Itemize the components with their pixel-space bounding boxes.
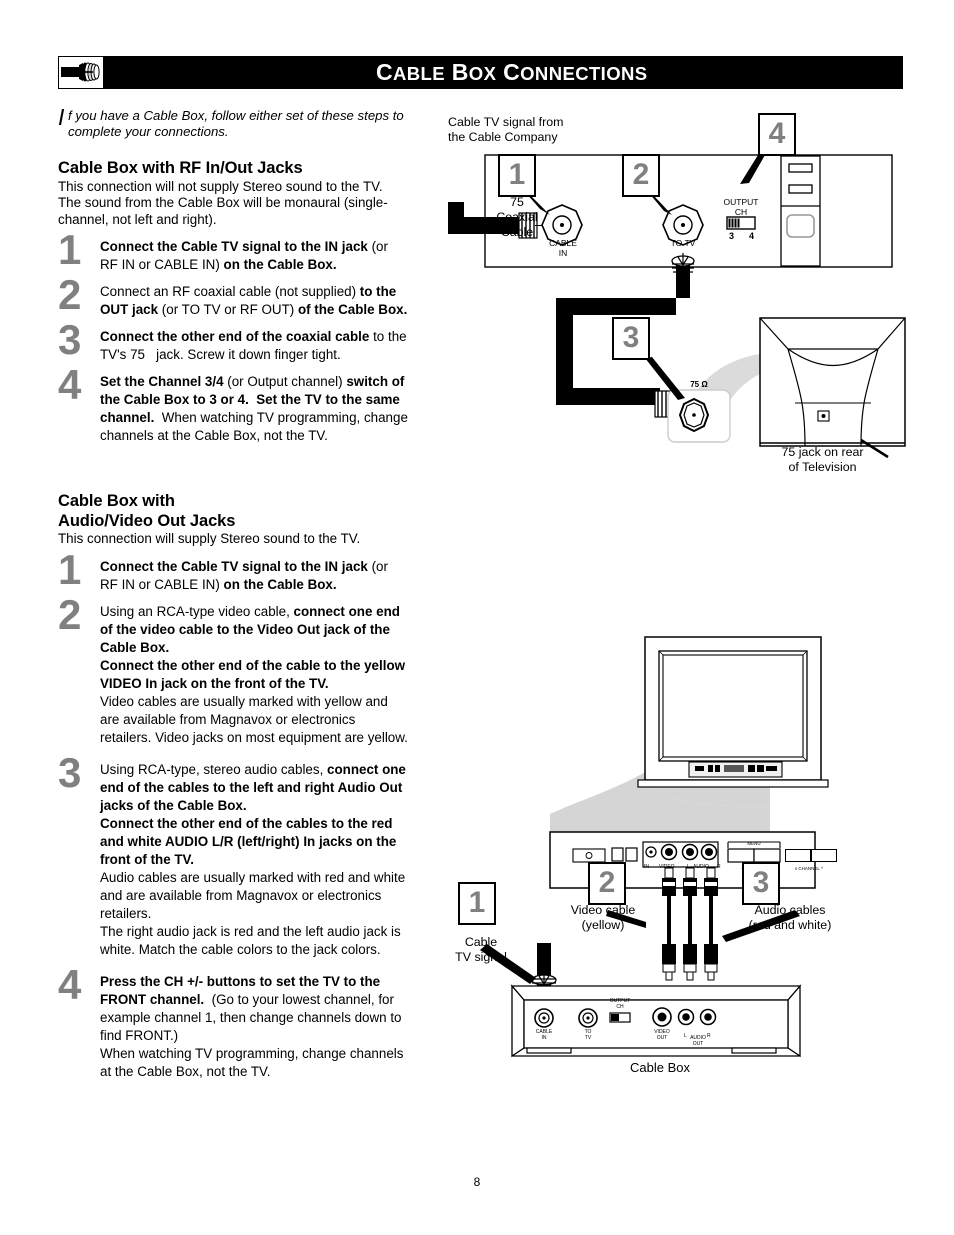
label-cable-tv-signal: Cable TV signal [455, 935, 507, 964]
section1-subtext: This connection will not supply Stereo s… [58, 179, 388, 227]
step-item: 4 Set the Channel 3/4 (or Output channel… [58, 364, 408, 445]
page-number: 8 [473, 1175, 481, 1189]
step-item: 3 Connect the other end of the coaxial c… [58, 319, 408, 364]
jack-label-to-tv: TO TV [670, 238, 696, 248]
section2-steps: 1 Connect the Cable TV signal to the IN … [58, 548, 408, 1081]
cablebox-label-video-out: VIDEO OUT [654, 1029, 670, 1041]
cablebox-label-audio-r: R [707, 1033, 711, 1039]
step-number: 1 [58, 545, 82, 593]
step-number: 3 [58, 316, 82, 364]
jack-label-output-ch: OUTPUT CH [723, 197, 759, 217]
callout-1: 1 [498, 154, 536, 197]
step-text: Press the CH +/- buttons to set the TV t… [100, 973, 404, 1079]
callout-1-bottom: 1 [458, 882, 496, 925]
tv-jack-label-audio-r: R [717, 864, 721, 870]
step-text: Connect the Cable TV signal to the IN ja… [100, 558, 388, 592]
diagram-av-svg [480, 636, 829, 1058]
tv-jack-label-in: IN [644, 864, 649, 870]
step-item: 1 Connect the Cable TV signal to the IN … [58, 229, 408, 274]
cablebox-label-output-ch: OUTPUT CH [609, 998, 631, 1010]
step-text: Using an RCA-type video cable, connect o… [100, 603, 408, 745]
page-header: CABLE BOX CONNECTIONS [58, 56, 903, 89]
step-text: Set the Channel 3/4 (or Output channel) … [100, 374, 408, 444]
tv-button-label-channel: v CHANNEL ^ [794, 866, 824, 871]
tv-button-channel-up[interactable] [811, 849, 837, 862]
callout-4: 4 [758, 113, 796, 156]
step-text: Connect the Cable TV signal to the IN ja… [100, 239, 388, 273]
section2-heading-line2: Audio/Video Out Jacks [58, 512, 236, 531]
step-number: 4 [58, 361, 82, 409]
step-item: 1 Connect the Cable TV signal to the IN … [58, 548, 408, 594]
step-text: Using RCA-type, stereo audio cables, con… [100, 761, 406, 957]
callout-3-bottom: 3 [742, 862, 780, 905]
section2-heading: Cable Box with Audio/Video Out Jacks [58, 491, 408, 531]
switch-position-4: 4 [749, 231, 755, 241]
switch-position-3: 3 [729, 231, 735, 241]
diagram-rf-connection: Cable TV signal from the Cable Company 1… [440, 105, 910, 480]
section1-heading: Cable Box with RF In/Out Jacks [58, 159, 303, 177]
tv-jack-label-audio-l: L [687, 864, 690, 870]
coaxial-connector-icon [58, 56, 104, 89]
step-text: Connect the other end of the coaxial cab… [100, 329, 407, 363]
cablebox-label-to-tv: TO TV [584, 1029, 592, 1041]
step-item: 2 Using an RCA-type video cable, connect… [58, 593, 408, 747]
step-number: 1 [58, 226, 82, 274]
label-coaxial-cable: 75 Coaxial Cable [496, 195, 538, 239]
label-cable-box: Cable Box [630, 1060, 690, 1075]
callout-3: 3 [612, 317, 650, 360]
callout-2: 2 [622, 154, 660, 197]
step-item: 4 Press the CH +/- buttons to set the TV… [58, 963, 408, 1081]
intro-paragraph: I f you have a Cable Box, follow either … [58, 104, 408, 140]
tv-jack-label-audio: AUDIO [693, 864, 709, 870]
section2-heading-line1: Cable Box with [58, 492, 175, 511]
step-item: 2 Connect an RF coaxial cable (not suppl… [58, 274, 408, 319]
step-number: 4 [58, 960, 82, 1008]
section1-steps: 1 Connect the Cable TV signal to the IN … [58, 229, 408, 445]
step-number: 2 [58, 271, 82, 319]
label-video-cable: Video cable (yellow) [570, 903, 636, 932]
tv-button-label-menu: MENU [747, 841, 761, 846]
page-title: CABLE BOX CONNECTIONS [376, 59, 648, 85]
tv-button-channel-down[interactable] [785, 849, 811, 862]
intro-text: f you have a Cable Box, follow either se… [68, 108, 404, 139]
step-item: 3 Using RCA-type, stereo audio cables, c… [58, 751, 408, 959]
section2-subtext: This connection will supply Stereo sound… [58, 531, 361, 547]
step-number: 2 [58, 590, 82, 638]
diagram-label-cable-source: Cable TV signal from the Cable Company [448, 115, 564, 144]
step-number: 3 [58, 748, 82, 796]
tv-jack-label-video: VIDEO [659, 864, 675, 870]
jack-label-cable-in: CABLE IN [549, 238, 577, 258]
label-audio-cables: Audio cables (red and white) [748, 903, 832, 932]
drop-cap: I [58, 104, 65, 130]
label-tv-rear-jack: 75 jack on rear of Television [781, 445, 864, 474]
callout-2-bottom: 2 [588, 862, 626, 905]
step-text: Connect an RF coaxial cable (not supplie… [100, 284, 408, 318]
instructions-column: I f you have a Cable Box, follow either … [58, 104, 408, 1090]
label-75-ohm-jack: 75 Ω [690, 380, 708, 389]
cablebox-label-cable-in: CABLE IN [535, 1029, 553, 1041]
diagram-av-connection: 1 2 3 Cable TV signal Video cable (yello… [440, 610, 910, 1075]
